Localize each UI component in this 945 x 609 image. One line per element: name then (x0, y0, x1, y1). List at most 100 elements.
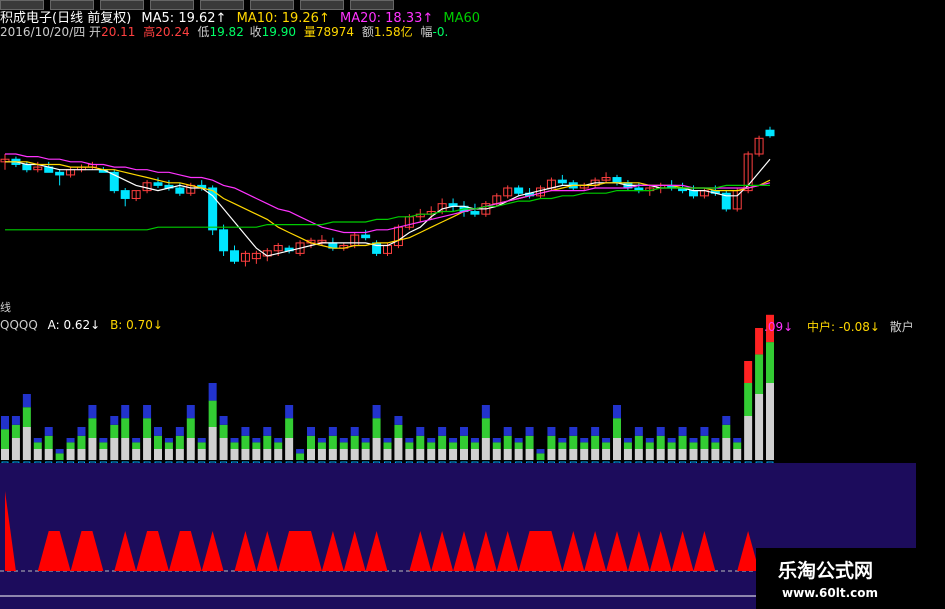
indicator-bar-b (449, 449, 458, 460)
indicator-bar-b (11, 438, 20, 460)
chart-canvas (0, 126, 916, 609)
indicator-bar-b (667, 449, 676, 460)
indicator-bar-b (460, 449, 468, 460)
indicator-bar-a (416, 435, 425, 449)
indicator-bar-a (66, 442, 75, 449)
indicator-bar-b (230, 449, 239, 460)
indicator-bar-a (645, 442, 654, 449)
indicator-bar-top (361, 438, 370, 443)
indicator-bar-a (689, 442, 698, 449)
ma-line-ma10 (5, 161, 771, 249)
indicator-bar-a (383, 442, 392, 449)
indicator-bar-top (22, 394, 31, 408)
candle-body (612, 177, 622, 184)
indicator-bar-top (700, 427, 709, 436)
indicator-mid-label: 中户: -0.08↓ (806, 320, 880, 334)
indicator-bar-b (569, 449, 578, 460)
indicator-bar-a (613, 418, 621, 438)
indicator-bar-a (132, 442, 141, 449)
indicator-retail-label: 散户 (889, 320, 914, 334)
indicator-bar-top (613, 405, 621, 419)
indicator-bar-b (547, 449, 556, 460)
moving-average-lines (5, 153, 771, 257)
indicator-bar-a (394, 424, 403, 438)
indicator-bar-a (230, 442, 239, 449)
indicator-bar-b (164, 449, 173, 460)
candle-body (230, 250, 239, 262)
candle-body (689, 190, 698, 197)
indicator-bar-a (623, 442, 632, 449)
indicator-bar-b (274, 449, 283, 460)
indicator-bar-a (55, 453, 64, 460)
indicator-bar-a (263, 435, 272, 449)
indicator-bar-b (143, 438, 152, 460)
indicator-bar-top (416, 427, 425, 436)
indicator-bar-b (634, 449, 643, 460)
indicator-bar-a (350, 435, 359, 449)
indicator-bar-a (33, 442, 42, 449)
indicator-bar-a (11, 424, 20, 438)
indicator-bar-top (154, 427, 162, 436)
indicator-bar-top (678, 427, 687, 436)
candle-body (120, 190, 130, 199)
indicator-bar-a (44, 435, 53, 449)
indicator-bar-b (711, 449, 720, 460)
indicator-bar-a (733, 442, 742, 449)
ma-line-ma20 (5, 153, 771, 234)
indicator-bar-top (350, 427, 359, 436)
indicator-bar-a (492, 442, 501, 449)
indicator-bar-a (99, 442, 108, 449)
indicator-bar-b (263, 449, 272, 460)
indicator-bar-b (77, 449, 86, 460)
indicator-bar-a (547, 435, 556, 449)
indicator-bar-b (755, 394, 764, 460)
indicator-header: QQQQ A: 0.62↓ B: 0.70↓ (0, 318, 169, 332)
indicator-bar-a (481, 418, 490, 438)
indicator-bar-b (623, 449, 632, 460)
indicator-bar-top (66, 438, 75, 443)
indicator-bar-top (438, 427, 447, 436)
indicator-bar-top (219, 416, 228, 425)
indicator-bar-b (525, 449, 534, 460)
indicator-bar-b (613, 438, 621, 460)
indicator-bar-b (503, 449, 512, 460)
indicator-bar-a (110, 424, 119, 438)
indicator-bar-a (328, 435, 337, 449)
indicator-bar-b (285, 438, 294, 460)
indicator-bar-a (197, 442, 206, 449)
indicator-bar-b (591, 449, 600, 460)
indicator-bar-top (263, 427, 272, 436)
indicator-bar-top (121, 405, 130, 419)
indicator-bar-a (1, 429, 9, 449)
indicator-bar-top (492, 438, 501, 443)
indicator-bar-b (645, 449, 654, 460)
indicator-bar-top (755, 328, 764, 355)
indicator-bar-a (558, 442, 567, 449)
indicator-tail-label: .09↓ (764, 320, 794, 334)
indicator-bar-b (700, 449, 709, 460)
indicator-bar-b (241, 449, 250, 460)
indicator-bar-top (274, 438, 283, 443)
indicator-a-label: A: 0.62↓ (47, 318, 101, 332)
candle-body (361, 234, 371, 239)
indicator-bar-a (470, 442, 479, 449)
indicator-bar-b (438, 449, 447, 460)
indicator-bar-top (514, 438, 523, 443)
indicator-bar-a (361, 442, 370, 449)
indicator-bar-top (328, 427, 337, 436)
indicator-bar-a (580, 442, 589, 449)
candle-body (175, 187, 185, 194)
indicator-b-label: B: 0.70↓ (110, 318, 163, 332)
indicator-bar-a (175, 435, 184, 449)
indicator-bar-top (744, 361, 753, 383)
indicator-bar-top (449, 438, 458, 443)
indicator-bar-b (307, 449, 315, 460)
indicator-bar-top (536, 449, 545, 454)
indicator-bar-b (317, 449, 326, 460)
indicator-bar-a (514, 442, 523, 449)
indicator-bar-top (470, 438, 479, 443)
indicator-bar-top (372, 405, 381, 419)
indicator-bar-b (88, 438, 97, 460)
indicator-bar-b (733, 449, 742, 460)
indicator-bar-a (274, 442, 283, 449)
